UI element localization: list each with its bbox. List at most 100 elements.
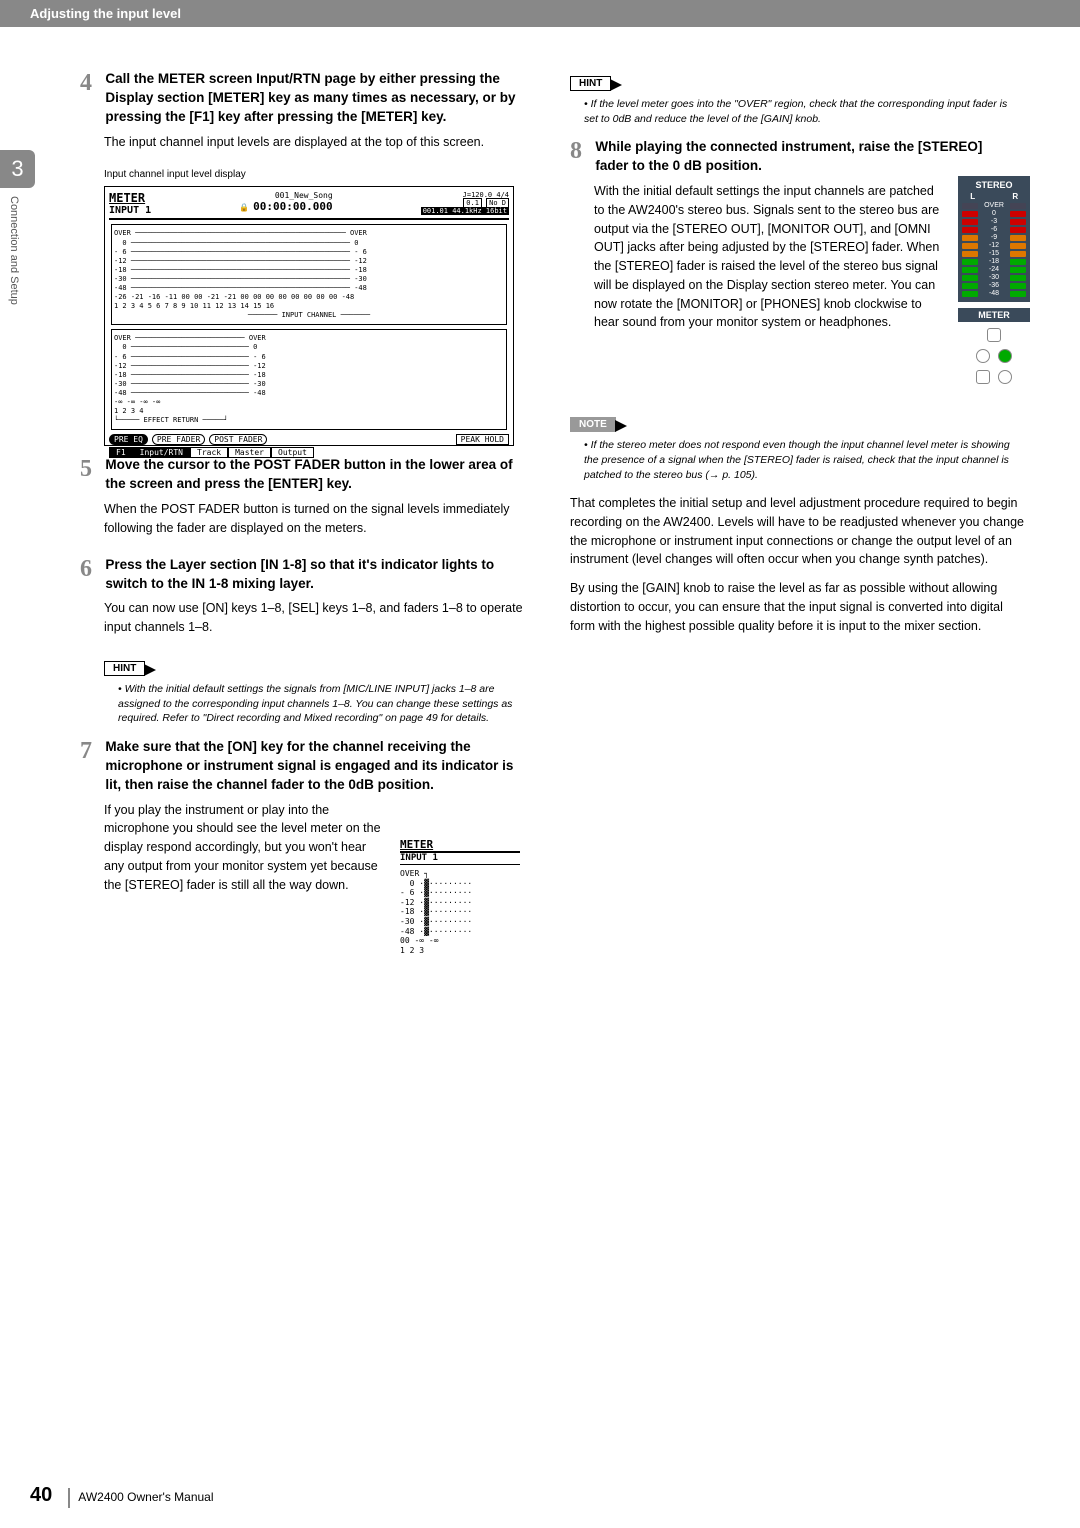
- scale-30: -30: [978, 274, 1010, 281]
- hint-tag: HINT: [104, 661, 145, 676]
- closing-para-2: By using the [GAIN] knob to raise the le…: [570, 579, 1030, 635]
- knob-icon[interactable]: [976, 349, 990, 363]
- hint-label: HINT: [113, 663, 136, 674]
- meter-button[interactable]: [987, 328, 1001, 342]
- step-5: 5 Move the cursor to the POST FADER butt…: [80, 456, 540, 537]
- step-heading: Move the cursor to the POST FADER button…: [105, 456, 525, 494]
- scale-12: -12: [978, 242, 1010, 249]
- small-title: METER: [400, 838, 520, 853]
- effect-return-graph: OVER ────────────────────────── OVER 0 ─…: [111, 329, 507, 430]
- small-subtitle: INPUT 1: [400, 853, 520, 865]
- scale-18: -18: [978, 258, 1010, 265]
- step-heading: Press the Layer section [IN 1-8] so that…: [105, 556, 525, 594]
- power-icon[interactable]: [998, 370, 1012, 384]
- stereo-R: R: [1005, 192, 1026, 201]
- tab-label: Connection and Setup: [0, 188, 28, 313]
- step-number: 5: [80, 456, 102, 483]
- step-heading: Make sure that the [ON] key for the chan…: [105, 738, 525, 795]
- knob-icon[interactable]: [998, 349, 1012, 363]
- button-icon[interactable]: [976, 370, 990, 384]
- channel-nums: 1 2 3 4 5 6 7 8 9 10 11 12 13 14 15 16: [114, 302, 504, 311]
- screen-tabs: F1 Input/RTN Track Master Output: [109, 447, 509, 458]
- note-tag: NOTE: [570, 417, 616, 432]
- hint-body: • If the level meter goes into the "OVER…: [584, 97, 1020, 126]
- hint-label: HINT: [579, 78, 602, 89]
- small-nums: 1 2 3: [400, 946, 520, 956]
- content-area: 4 Call the METER screen Input/RTN page b…: [80, 70, 1050, 912]
- left-column: 4 Call the METER screen Input/RTN page b…: [80, 70, 540, 912]
- chapter-number: 3: [0, 150, 35, 188]
- step-number: 7: [80, 738, 102, 765]
- step-4: 4 Call the METER screen Input/RTN page b…: [80, 70, 540, 151]
- closing-para-1: That completes the initial setup and lev…: [570, 494, 1030, 569]
- scale-6: -6: [978, 226, 1010, 233]
- step-8: 8 While playing the connected instrument…: [570, 138, 1030, 393]
- page-footer: 40 AW2400 Owner's Manual: [30, 1484, 214, 1508]
- hint-tag: HINT: [570, 76, 611, 91]
- step-7: 7 Make sure that the [ON] key for the ch…: [80, 738, 540, 894]
- step-heading: While playing the connected instrument, …: [595, 138, 1015, 176]
- scale-48: -48: [978, 290, 1010, 297]
- small-scale: OVER ┐ 0 ·▓········· - 6 ·▓········· -12…: [400, 869, 520, 936]
- page-number: 40: [30, 1484, 52, 1506]
- scale-over: OVER: [978, 202, 1010, 209]
- side-tab: 3 Connection and Setup: [0, 150, 35, 400]
- note-body: • If the stereo meter does not respond e…: [584, 438, 1020, 482]
- step-number: 8: [570, 138, 592, 165]
- right-column: HINT • If the level meter goes into the …: [570, 70, 1030, 912]
- footer-divider: [68, 1488, 70, 1508]
- scale-0: 0: [978, 210, 1010, 217]
- pre-fader-button[interactable]: PRE FADER: [152, 434, 205, 445]
- scale-15: -15: [978, 250, 1010, 257]
- f1-label: F1: [109, 447, 133, 458]
- scale-3: -3: [978, 218, 1010, 225]
- input-channel-graph: OVER ───────────────────────────────────…: [111, 224, 507, 325]
- post-fader-button[interactable]: POST FADER: [209, 434, 267, 445]
- tab-track[interactable]: Track: [190, 447, 228, 458]
- return-scale: OVER ────────────────────────── OVER 0 ─…: [114, 334, 504, 398]
- step-body: With the initial default settings the in…: [594, 182, 944, 332]
- step-body: The input channel input levels are displ…: [104, 133, 540, 152]
- small-meter-illustration: METER INPUT 1 OVER ┐ 0 ·▓········· - 6 ·…: [400, 838, 520, 968]
- step-body: You can now use [ON] keys 1–8, [SEL] key…: [104, 599, 540, 637]
- meter-section-label: METER: [958, 308, 1030, 322]
- stereo-meter-box: STEREO LR OVER 0 -3 -6 -9 -12 -15 -18 -2…: [958, 176, 1030, 302]
- tab-output[interactable]: Output: [271, 447, 314, 458]
- step-6: 6 Press the Layer section [IN 1-8] so th…: [80, 556, 540, 637]
- hint-body: • With the initial default settings the …: [118, 682, 530, 726]
- song-name: 001_New_Song: [239, 191, 332, 200]
- stereo-meter-illustration: STEREO LR OVER 0 -3 -6 -9 -12 -15 -18 -2…: [958, 176, 1030, 393]
- time-display: 00:00:00.000: [253, 200, 332, 213]
- section-title: Adjusting the input level: [30, 6, 181, 21]
- peak-hold-button[interactable]: PEAK HOLD: [456, 434, 509, 445]
- step-number: 6: [80, 556, 102, 583]
- meter-buttons-row: PRE EQ PRE FADER POST FADER PEAK HOLD: [109, 434, 509, 445]
- return-vals: -∞ -∞ -∞ -∞: [114, 398, 504, 407]
- note-label: NOTE: [579, 419, 607, 430]
- screen-subtitle: INPUT 1: [109, 205, 151, 216]
- header-bar: Adjusting the input level: [0, 0, 1080, 27]
- section-label-b: EFFECT RETURN: [144, 416, 199, 424]
- scale-9: -9: [978, 234, 1010, 241]
- small-footer: 00 -∞ -∞: [400, 936, 520, 946]
- manual-title: AW2400 Owner's Manual: [78, 1490, 213, 1504]
- scale-36: -36: [978, 282, 1010, 289]
- stereo-L: L: [962, 192, 983, 201]
- pre-eq-button[interactable]: PRE EQ: [109, 434, 148, 445]
- tab-master[interactable]: Master: [228, 447, 271, 458]
- step-heading: Call the METER screen Input/RTN page by …: [105, 70, 525, 127]
- return-nums: 1 2 3 4: [114, 407, 504, 416]
- step-body: When the POST FADER button is turned on …: [104, 500, 540, 538]
- step-number: 4: [80, 70, 102, 97]
- meter-screen-illustration: METER INPUT 1 001_New_Song 🔒 00:00:00.00…: [104, 186, 514, 446]
- tab-input-rtn[interactable]: Input/RTN: [133, 447, 190, 458]
- screen-title: METER: [109, 191, 151, 205]
- section-label-a: INPUT CHANNEL: [282, 311, 337, 319]
- screen-caption: Input channel input level display: [104, 169, 540, 180]
- step-body: If you play the instrument or play into …: [104, 801, 384, 895]
- srate-display: 001.01 44.1kHz 16bit: [421, 207, 509, 215]
- scale-24: -24: [978, 266, 1010, 273]
- footer-vals: -26 -21 -16 -11 00 00 -21 -21 00 00 00 0…: [114, 293, 504, 302]
- meter-knobs: [958, 322, 1030, 393]
- scale-left: OVER ───────────────────────────────────…: [114, 229, 504, 293]
